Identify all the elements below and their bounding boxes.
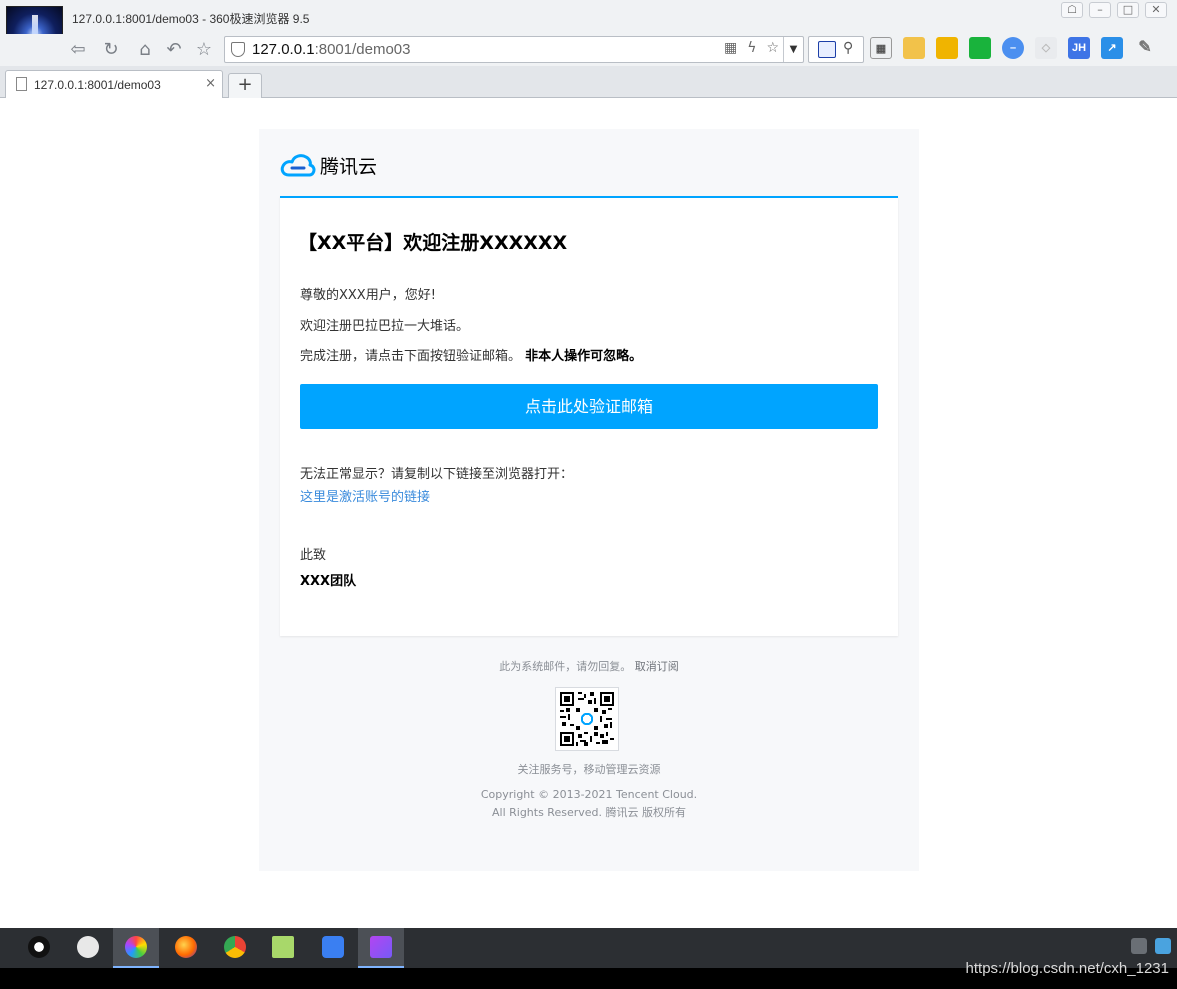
send-extension-icon[interactable]: ↗	[1101, 37, 1123, 59]
browser-title-bar: 127.0.0.1:8001/demo03 - 360极速浏览器 9.5 ☖ –…	[0, 0, 1177, 34]
search-engine-box[interactable]: ⚲	[808, 36, 864, 63]
nvidia-icon[interactable]	[1131, 938, 1147, 954]
task-qq[interactable]	[16, 928, 62, 968]
unsubscribe-link[interactable]: 取消订阅	[635, 660, 679, 673]
greeting-salute: ，您好!	[391, 288, 436, 303]
adblock-extension-icon[interactable]: –	[1002, 37, 1024, 59]
task-feishu[interactable]	[310, 928, 356, 968]
window-controls: ☖ – □ ✕	[1061, 2, 1167, 18]
back-icon[interactable]: ⇦	[66, 38, 90, 62]
speed-mode-icon[interactable]: ϟ	[747, 40, 756, 56]
bird-app-icon	[322, 936, 344, 958]
refresh-icon[interactable]: ↻	[99, 38, 123, 62]
close-icon[interactable]: ✕	[1145, 2, 1167, 18]
system-tray	[1131, 938, 1171, 954]
page-icon	[16, 77, 27, 91]
instruction-bold: 非本人操作可忽略。	[525, 349, 643, 364]
apps-grid-icon[interactable]: ▦	[870, 37, 892, 59]
copyright-line-1: Copyright © 2013-2021 Tencent Cloud.	[480, 788, 698, 801]
qq-icon	[28, 936, 50, 958]
undo-close-icon[interactable]: ↶	[162, 38, 186, 62]
task-360-browser[interactable]	[113, 928, 159, 968]
browser-360-icon	[125, 936, 147, 958]
email-title: 【XX平台】欢迎注册XXXXXX	[298, 232, 568, 254]
baidu-paw-icon	[818, 41, 836, 58]
brand-name: 腾讯云	[320, 155, 378, 178]
jh-extension-icon[interactable]: JH	[1068, 37, 1090, 59]
task-phpstorm[interactable]	[358, 928, 404, 968]
skin-icon[interactable]: ☖	[1061, 2, 1083, 18]
phpstorm-icon	[370, 936, 392, 958]
favorite-star-icon[interactable]: ☆	[766, 40, 779, 56]
shield-extension-icon[interactable]: ◇	[1035, 37, 1057, 59]
task-wechat[interactable]	[65, 928, 111, 968]
notepad-icon	[272, 936, 294, 958]
greeting: 尊敬的XXX用户，您好!	[300, 284, 436, 303]
new-tab-button[interactable]: +	[228, 73, 262, 98]
address-path: :8001/demo03	[314, 41, 411, 58]
chrome-icon	[224, 936, 246, 958]
address-dropdown-icon[interactable]: ▼	[783, 37, 803, 62]
verify-email-button[interactable]: 点击此处验证邮箱	[300, 384, 878, 429]
task-notepad[interactable]	[260, 928, 306, 968]
wechat-icon	[77, 936, 99, 958]
system-notice: 此为系统邮件，请勿回复。	[499, 660, 632, 673]
address-icons: ▦ ϟ ☆	[724, 40, 779, 56]
greeting-name: 尊敬的XXX用户	[300, 288, 392, 303]
brand-header: 腾讯云	[280, 151, 377, 179]
closing-text: 此致	[300, 548, 327, 563]
tray-app-icon[interactable]	[1155, 938, 1171, 954]
tencent-cloud-logo-icon	[280, 154, 316, 177]
home-icon[interactable]: ⌂	[133, 38, 157, 62]
tab-demo03[interactable]: 127.0.0.1:8001/demo03 ×	[5, 70, 223, 98]
tab-label: 127.0.0.1:8001/demo03	[34, 78, 161, 92]
qr-code-pattern	[560, 692, 614, 746]
instruction-text: 完成注册，请点击下面按钮验证邮箱。 非本人操作可忽略。	[300, 345, 642, 364]
address-url[interactable]: 127.0.0.1:8001/demo03	[252, 41, 410, 58]
page-viewport: 腾讯云 【XX平台】欢迎注册XXXXXX 尊敬的XXX用户，您好! 欢迎注册巴拉…	[0, 98, 1177, 928]
address-host: 127.0.0.1	[252, 41, 315, 58]
minimize-icon[interactable]: –	[1089, 2, 1111, 18]
qr-code-image	[555, 687, 619, 751]
bookmark-icon[interactable]: ☆	[192, 38, 216, 62]
fallback-text: 无法正常显示？请复制以下链接至浏览器打开：	[300, 467, 574, 482]
activation-link[interactable]: 这里是激活账号的链接	[300, 486, 430, 505]
email-card: 【XX平台】欢迎注册XXXXXX 尊敬的XXX用户，您好! 欢迎注册巴拉巴拉一大…	[280, 196, 898, 636]
task-chrome[interactable]	[212, 928, 258, 968]
browser-toolbar: ⇦ ↻ ⌂ ↶ ☆ 127.0.0.1:8001/demo03 ▦ ϟ ☆ ▼ …	[0, 34, 1177, 66]
welcome-text: 欢迎注册巴拉巴拉一大堆话。	[300, 319, 470, 334]
tab-strip: 127.0.0.1:8001/demo03 × +	[0, 66, 1177, 98]
address-bar[interactable]: 127.0.0.1:8001/demo03 ▦ ϟ ☆ ▼	[224, 36, 804, 63]
translate-extension-icon[interactable]	[936, 37, 958, 59]
settings-wrench-icon[interactable]: ✎	[1134, 37, 1156, 59]
copyright-line-2: All Rights Reserved. 腾讯云 版权所有	[491, 806, 686, 819]
qr-code-icon[interactable]: ▦	[724, 40, 737, 56]
instruction-main: 完成注册，请点击下面按钮验证邮箱。	[300, 349, 522, 364]
tab-close-icon[interactable]: ×	[205, 76, 216, 91]
task-firefox[interactable]	[163, 928, 209, 968]
wechat-extension-icon[interactable]	[969, 37, 991, 59]
firefox-icon	[175, 936, 197, 958]
window-title: 127.0.0.1:8001/demo03 - 360极速浏览器 9.5	[72, 12, 310, 26]
footer-notice: 此为系统邮件，请勿回复。 取消订阅	[259, 658, 919, 674]
notes-extension-icon[interactable]	[903, 37, 925, 59]
search-icon[interactable]: ⚲	[843, 40, 853, 56]
maximize-icon[interactable]: □	[1117, 2, 1139, 18]
extension-icons: ▦ – ◇ JH ↗ ✎	[870, 37, 1156, 59]
security-shield-icon	[231, 42, 245, 57]
follow-text: 关注服务号，移动管理云资源	[517, 763, 661, 776]
watermark-text: https://blog.csdn.net/cxh_1231	[965, 960, 1169, 977]
team-signature: XXX团队	[300, 574, 357, 589]
email-container: 腾讯云 【XX平台】欢迎注册XXXXXX 尊敬的XXX用户，您好! 欢迎注册巴拉…	[259, 129, 919, 871]
